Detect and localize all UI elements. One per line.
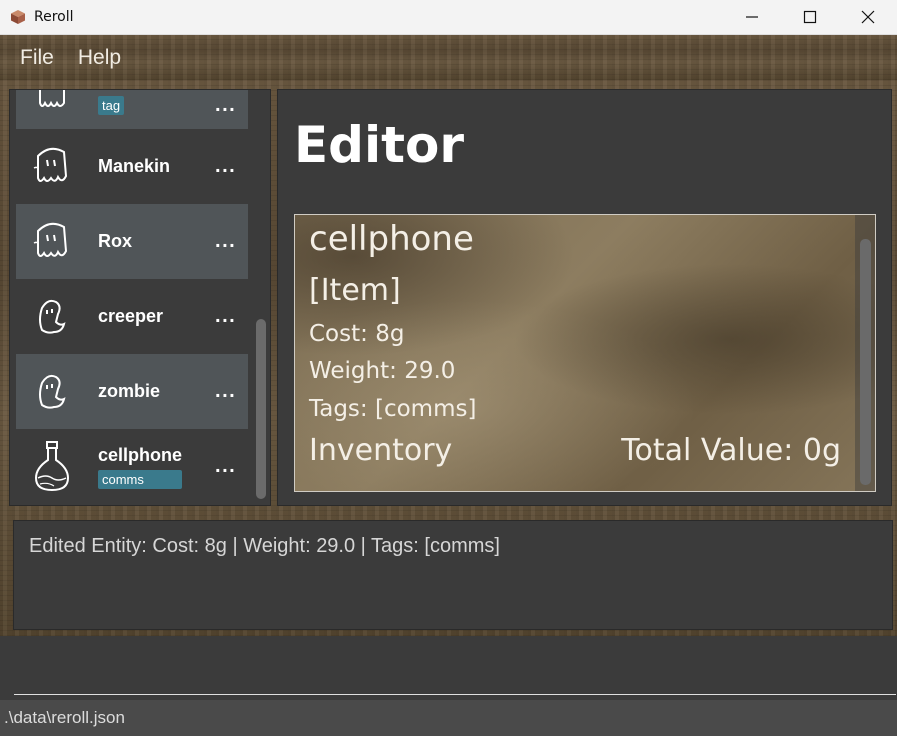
entity-card: cellphone [Item] Cost: 8g Weight: 29.0 T… [294,214,876,492]
more-options-button[interactable]: ... [215,157,236,176]
save-file-path: .\data\reroll.json [4,708,125,727]
potion-flask-icon [34,440,70,491]
card-total-value: Total Value: 0g [621,433,841,468]
ghost-icon [33,222,68,257]
list-item[interactable]: tag ... [16,90,248,129]
list-item[interactable]: Manekin ... [16,129,248,204]
card-cost: Cost: 8g [309,321,405,347]
more-options-button[interactable]: ... [215,307,236,326]
card-weight: Weight: 29.0 [309,358,456,384]
tag-badge: tag [98,96,125,115]
list-item[interactable]: Rox ... [16,204,248,279]
more-options-button[interactable]: ... [215,382,236,401]
list-item[interactable]: cellphone comms ... [16,429,248,504]
more-options-button[interactable]: ... [215,96,236,115]
close-button[interactable] [839,0,897,34]
list-item-name: zombie [98,381,161,401]
command-box [0,636,897,700]
list-scrollbar[interactable] [256,319,266,499]
ghost-icon [33,147,68,182]
card-inventory-label: Inventory [309,433,453,468]
status-bar: .\data\reroll.json [0,700,897,736]
minimize-button[interactable] [723,0,781,34]
ghost-icon [39,90,65,107]
card-tags: Tags: [comms] [309,396,477,422]
worm-ghost-icon [39,299,66,334]
cube-app-icon [11,10,25,24]
card-entity-name: cellphone [309,219,474,259]
minimize-icon [746,16,758,18]
result-display: Edited Entity: Cost: 8g | Weight: 29.0 |… [13,520,893,630]
tag-badge: comms [98,469,183,489]
list-item-name: cellphone [98,444,183,465]
list-item-name: Manekin [98,156,171,176]
menu-help[interactable]: Help [78,46,121,70]
card-scrollbar-track[interactable] [855,215,875,491]
more-options-button[interactable]: ... [215,457,236,476]
command-input[interactable] [14,636,896,695]
maximize-icon [803,10,817,24]
worm-ghost-icon [39,374,66,409]
maximize-button[interactable] [781,0,839,34]
list-item-name: Rox [98,231,133,251]
editor-panel: Editor cellphone [Item] Cost: 8g Weight:… [277,89,892,506]
list-item[interactable]: creeper ... [16,279,248,354]
editor-title: Editor [294,116,464,174]
menu-file[interactable]: File [20,46,54,70]
list-item[interactable]: zombie ... [16,354,248,429]
more-options-button[interactable]: ... [215,232,236,251]
list-item-name: creeper [98,306,164,326]
result-text: Edited Entity: Cost: 8g | Weight: 29.0 |… [29,535,500,557]
menu-bar: File Help [0,35,897,80]
entity-list[interactable]: tag ... Manekin ... Rox ... creeper ... … [9,89,271,506]
window-title: Reroll [34,9,74,25]
card-scrollbar-thumb[interactable] [860,239,871,485]
close-icon [861,10,875,24]
card-entity-type: [Item] [309,273,401,308]
title-bar: Reroll [0,0,897,35]
main-area: tag ... Manekin ... Rox ... creeper ... … [0,80,897,636]
